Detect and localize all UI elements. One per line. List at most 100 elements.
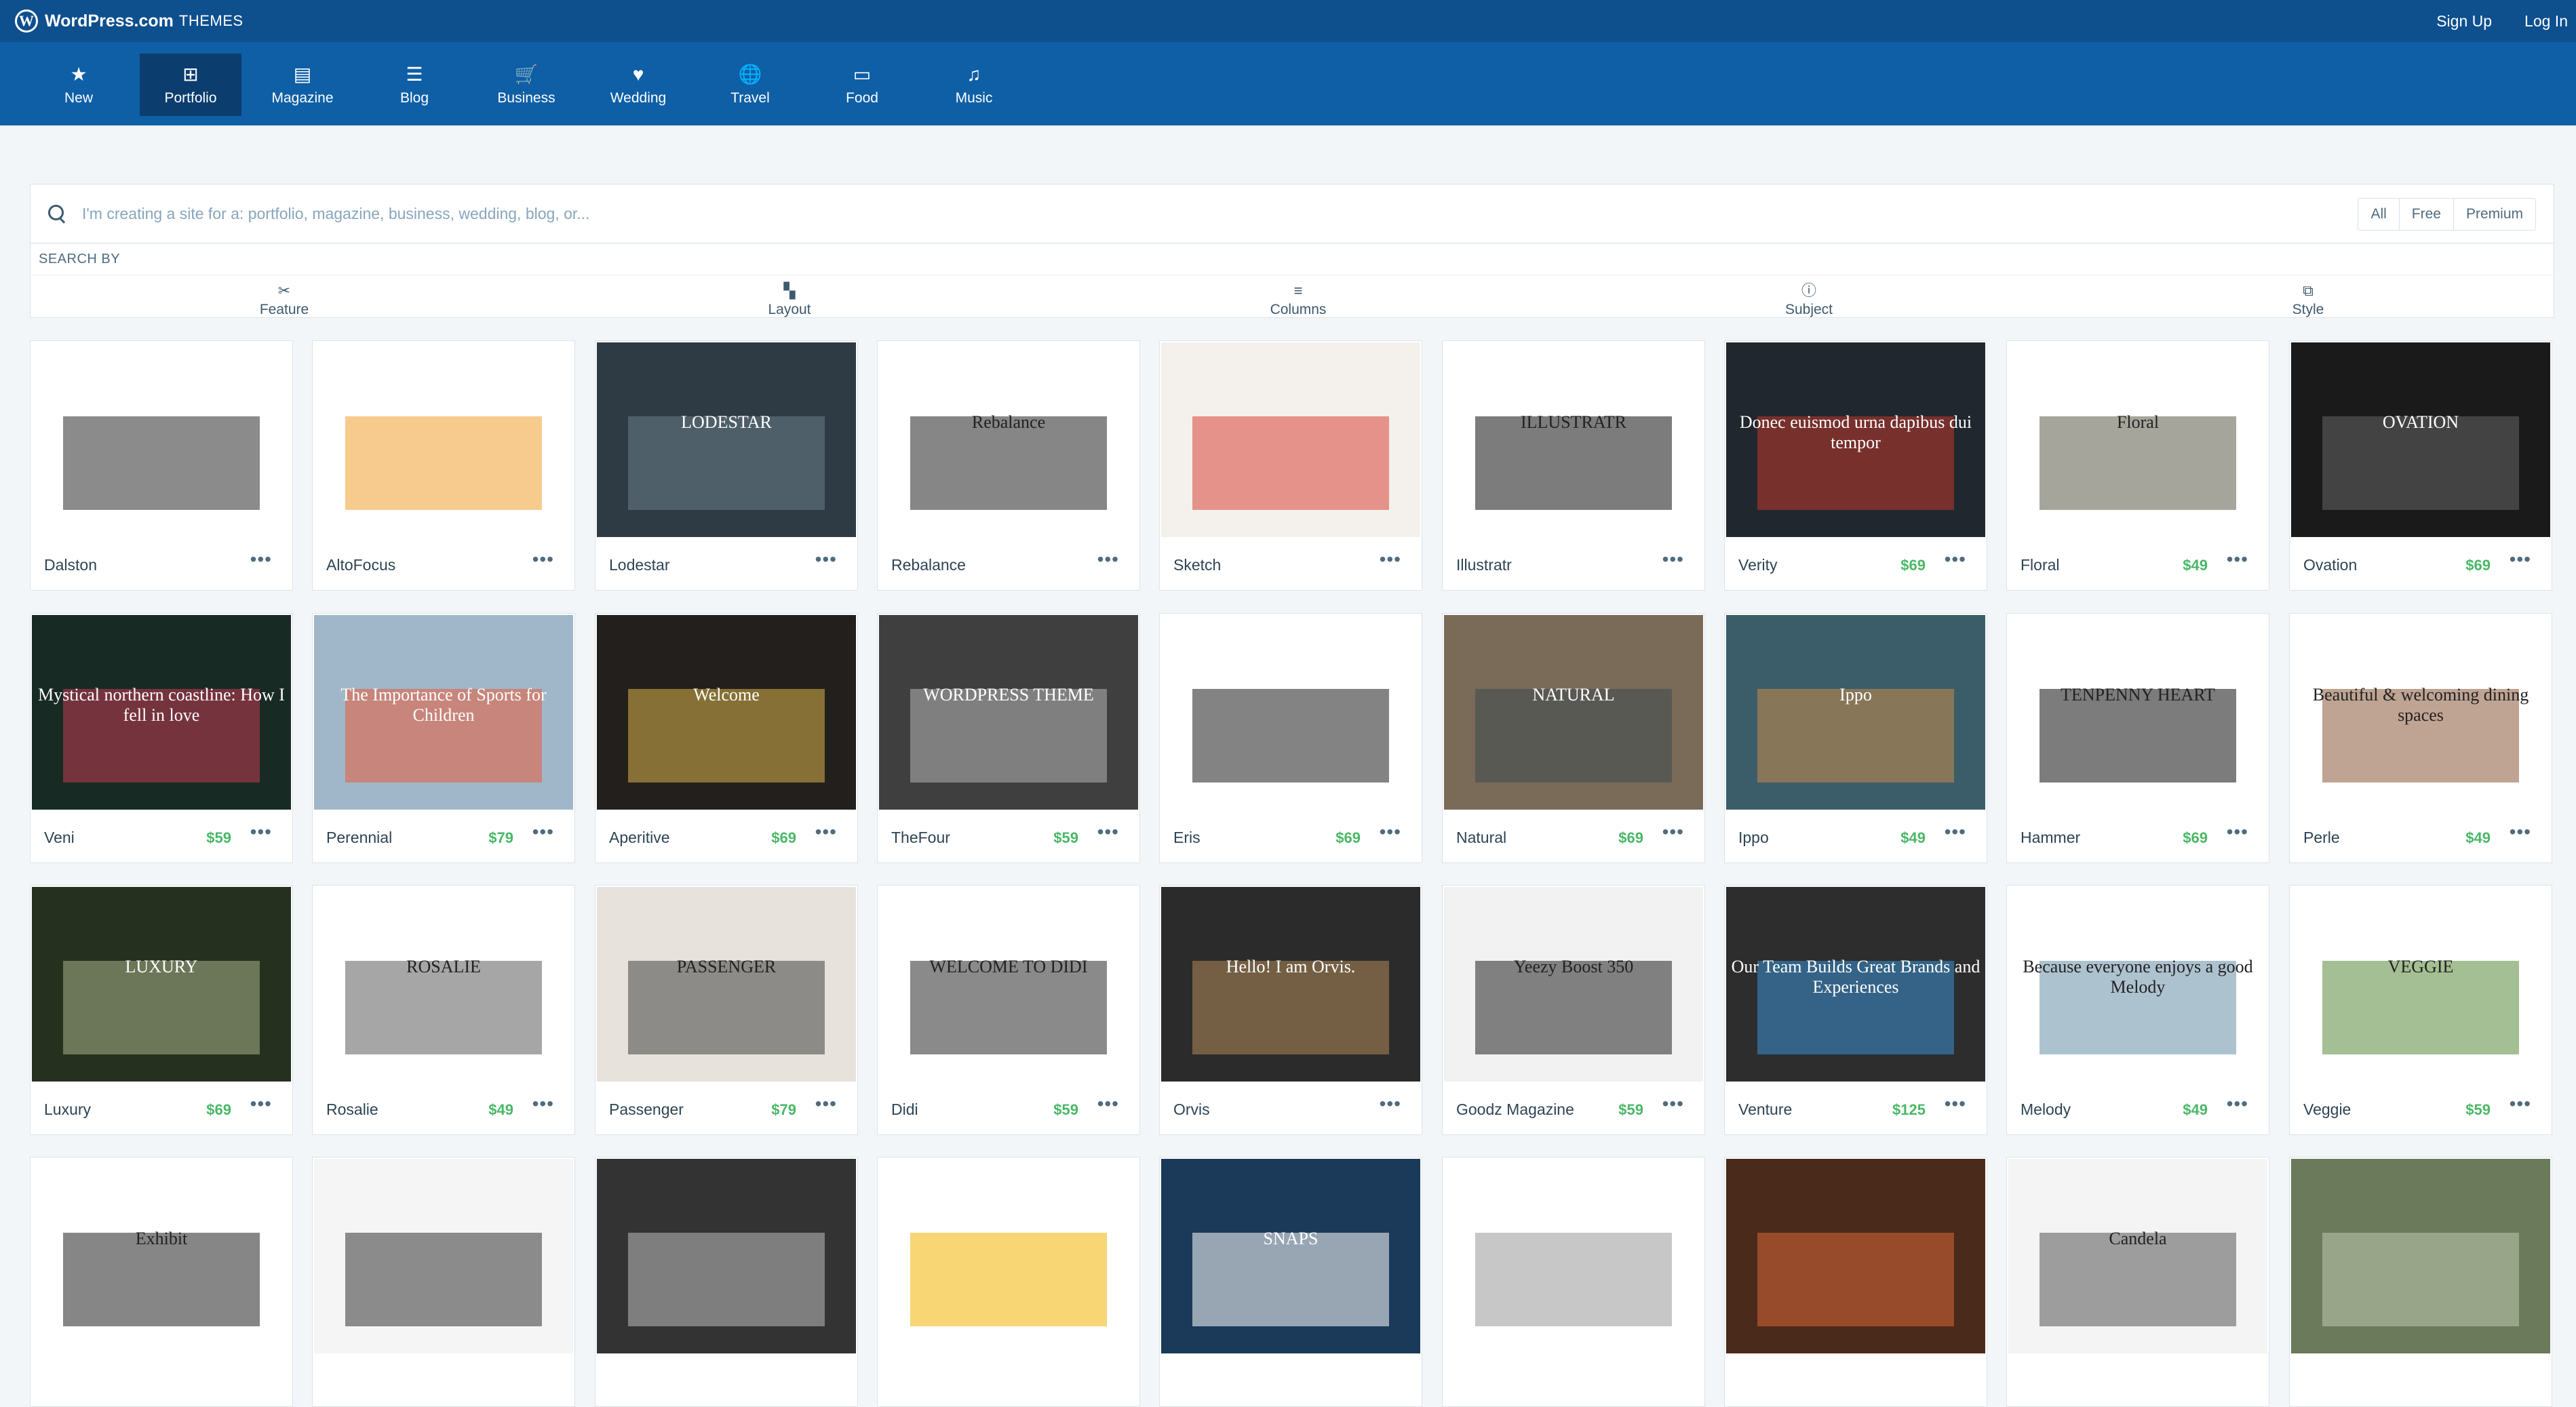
theme-screenshot[interactable]: Exhibit [32,1159,291,1353]
theme-screenshot[interactable] [597,1159,856,1353]
theme-screenshot[interactable]: TENPENNY HEART [2008,615,2267,810]
more-options-icon[interactable]: ••• [1662,549,1684,570]
more-options-icon[interactable]: ••• [1662,1093,1684,1115]
theme-screenshot[interactable]: LODESTAR [597,342,856,537]
theme-name[interactable]: Illustratr [1456,556,1512,574]
search-by-columns[interactable]: ≡ Columns [1230,283,1366,318]
theme-name[interactable]: AltoFocus [326,556,395,574]
theme-name[interactable]: Luxury [44,1101,91,1119]
theme-screenshot[interactable]: WORDPRESS THEME [879,615,1138,810]
theme-screenshot[interactable]: NATURAL [1444,615,1703,810]
category-food[interactable]: ▭ Food [811,54,913,116]
theme-screenshot[interactable]: Floral [2008,342,2267,537]
more-options-icon[interactable]: ••• [1097,549,1119,570]
more-options-icon[interactable]: ••• [815,1093,837,1115]
theme-screenshot[interactable] [32,342,291,537]
theme-name[interactable]: Dalston [44,556,97,574]
theme-card[interactable]: LODESTAR Lodestar ••• [595,340,858,591]
more-options-icon[interactable]: ••• [1945,821,1966,843]
more-options-icon[interactable]: ••• [1380,821,1401,843]
theme-card[interactable]: Floral Floral $49 ••• [2006,340,2269,591]
theme-name[interactable]: Ovation [2303,556,2357,574]
theme-screenshot[interactable]: Candela [2008,1159,2267,1353]
theme-card[interactable]: Yeezy Boost 350 Goodz Magazine $59 ••• [1442,885,1705,1135]
theme-card[interactable]: Our Team Builds Great Brands and Experie… [1724,885,1987,1135]
category-music[interactable]: ♫ Music [923,54,1025,116]
theme-name[interactable]: Verity [1738,556,1778,574]
theme-name[interactable]: Ippo [1738,829,1769,847]
theme-name[interactable]: Sketch [1173,556,1221,574]
more-options-icon[interactable]: ••• [2510,1093,2531,1115]
theme-screenshot[interactable]: OVATION [2291,342,2550,537]
category-magazine[interactable]: ▤ Magazine [252,54,353,116]
theme-card[interactable]: Sketch ••• [1159,340,1422,591]
theme-name[interactable]: Veggie [2303,1101,2351,1119]
category-blog[interactable]: ☰ Blog [364,54,465,116]
theme-screenshot[interactable]: Ippo [1726,615,1985,810]
theme-screenshot[interactable] [879,1159,1138,1353]
theme-card[interactable]: Beautiful & welcoming dining spaces Perle… [2289,613,2552,863]
search-by-layout[interactable]: ▚ Layout [722,283,857,318]
theme-name[interactable]: Aperitive [609,829,669,847]
theme-name[interactable]: Goodz Magazine [1456,1101,1574,1119]
more-options-icon[interactable]: ••• [532,549,554,570]
theme-card[interactable]: PASSENGER Passenger $79 ••• [595,885,858,1135]
theme-screenshot[interactable] [1161,615,1420,810]
login-link[interactable]: Log In [2524,12,2568,31]
more-options-icon[interactable]: ••• [250,549,272,570]
theme-card[interactable] [595,1157,858,1407]
search-by-feature[interactable]: ✂ Feature [216,283,352,318]
theme-card[interactable]: Ippo Ippo $49 ••• [1724,613,1987,863]
theme-card[interactable]: The Importance of Sports for Children Per… [312,613,575,863]
theme-card[interactable] [1442,1157,1705,1407]
category-travel[interactable]: 🌐 Travel [699,54,801,116]
theme-name[interactable]: Rosalie [326,1101,378,1119]
category-portfolio[interactable]: ⊞ Portfolio [140,54,241,116]
theme-screenshot[interactable]: Because everyone enjoys a good Melody [2008,887,2267,1082]
more-options-icon[interactable]: ••• [532,1093,554,1115]
theme-card[interactable]: Exhibit [30,1157,293,1407]
theme-name[interactable]: Didi [891,1101,918,1119]
theme-screenshot[interactable]: PASSENGER [597,887,856,1082]
theme-name[interactable]: Venture [1738,1101,1792,1119]
search-by-subject[interactable]: ⓘ Subject [1741,283,1877,318]
theme-name[interactable]: Veni [44,829,75,847]
theme-card[interactable]: Donec euismod urna dapibus dui tempor Ver… [1724,340,1987,591]
theme-card[interactable]: AltoFocus ••• [312,340,575,591]
more-options-icon[interactable]: ••• [1097,1093,1119,1115]
theme-name[interactable]: Melody [2021,1101,2071,1119]
theme-screenshot[interactable]: ILLUSTRATR [1444,342,1703,537]
theme-name[interactable]: Hammer [2021,829,2080,847]
theme-name[interactable]: TheFour [891,829,950,847]
more-options-icon[interactable]: ••• [1945,1093,1966,1115]
theme-screenshot[interactable]: Our Team Builds Great Brands and Experie… [1726,887,1985,1082]
more-options-icon[interactable]: ••• [815,549,837,570]
theme-card[interactable]: Eris $69 ••• [1159,613,1422,863]
more-options-icon[interactable]: ••• [1380,1093,1401,1115]
theme-name[interactable]: Lodestar [609,556,670,574]
theme-screenshot[interactable] [1726,1159,1985,1353]
category-business[interactable]: 🛒 Business [475,54,577,116]
theme-screenshot[interactable]: LUXURY [32,887,291,1082]
more-options-icon[interactable]: ••• [2227,549,2248,570]
theme-card[interactable] [1724,1157,1987,1407]
theme-card[interactable]: ROSALIE Rosalie $49 ••• [312,885,575,1135]
theme-screenshot[interactable]: Mystical northern coastline: How I fell … [32,615,291,810]
theme-name[interactable]: Rebalance [891,556,966,574]
theme-card[interactable] [2289,1157,2552,1407]
theme-card[interactable]: SNAPS [1159,1157,1422,1407]
more-options-icon[interactable]: ••• [250,821,272,843]
signup-link[interactable]: Sign Up [2436,12,2492,31]
filter-premium[interactable]: Premium [2454,199,2535,230]
theme-card[interactable]: Mystical northern coastline: How I fell … [30,613,293,863]
brand-link[interactable]: W WordPress.com THEMES [15,9,243,33]
theme-screenshot[interactable]: The Importance of Sports for Children [314,615,573,810]
theme-card[interactable]: TENPENNY HEART Hammer $69 ••• [2006,613,2269,863]
more-options-icon[interactable]: ••• [1380,549,1401,570]
theme-screenshot[interactable]: Rebalance [879,342,1138,537]
theme-name[interactable]: Floral [2021,556,2060,574]
theme-card[interactable]: WORDPRESS THEME TheFour $59 ••• [877,613,1140,863]
more-options-icon[interactable]: ••• [2510,549,2531,570]
theme-card[interactable]: Hello! I am Orvis. Orvis ••• [1159,885,1422,1135]
filter-all[interactable]: All [2358,199,2400,230]
